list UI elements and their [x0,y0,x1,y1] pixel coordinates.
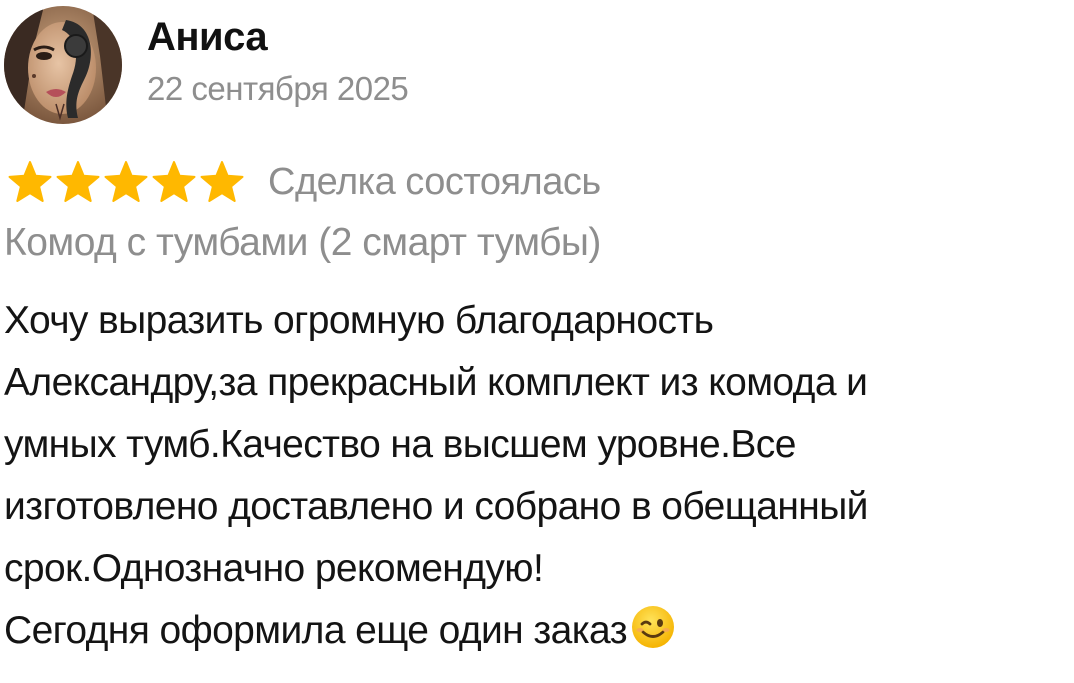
review-date: 22 сентября 2025 [147,70,409,107]
star-rating [6,159,246,205]
avatar-image [4,6,122,124]
author-name[interactable]: Аниса [147,15,408,59]
review-text-line: Александру,за прекрасный комплект из ком… [4,361,868,404]
star-icon [152,161,196,202]
star-icon [104,161,148,202]
review-text-line: Хочу выразить огромную благодарность [4,299,714,342]
star-icon [8,161,52,202]
winking-face-emoji-icon [629,603,677,651]
review-text-line: Сегодня оформила еще один заказ [4,609,628,652]
avatar[interactable] [4,6,122,124]
deal-status: Сделка состоялась [268,161,601,203]
product-name[interactable]: Комод с тумбами (2 смарт тумбы) [4,218,601,268]
review-header: Аниса 22 сентября 2025 [4,6,409,124]
review-text-line: изготовлено доставлено и собрано в обеща… [4,485,868,528]
review-text-line-last: Сегодня оформила еще один заказ [4,600,1070,662]
review-text-line: срок.Однозначно рекомендую! [4,547,544,590]
star-icon [200,161,244,202]
rating-row: Сделка состоялась [6,154,601,210]
author-block: Аниса 22 сентября 2025 [147,15,409,109]
review-text: Хочу выразить огромную благодарность Але… [4,290,1070,662]
star-icon [56,161,100,202]
review-card: Аниса 22 сентября 2025 Сделка состоялась… [0,0,1074,683]
review-text-line: умных тумб.Качество на высшем уровне.Все [4,423,796,466]
